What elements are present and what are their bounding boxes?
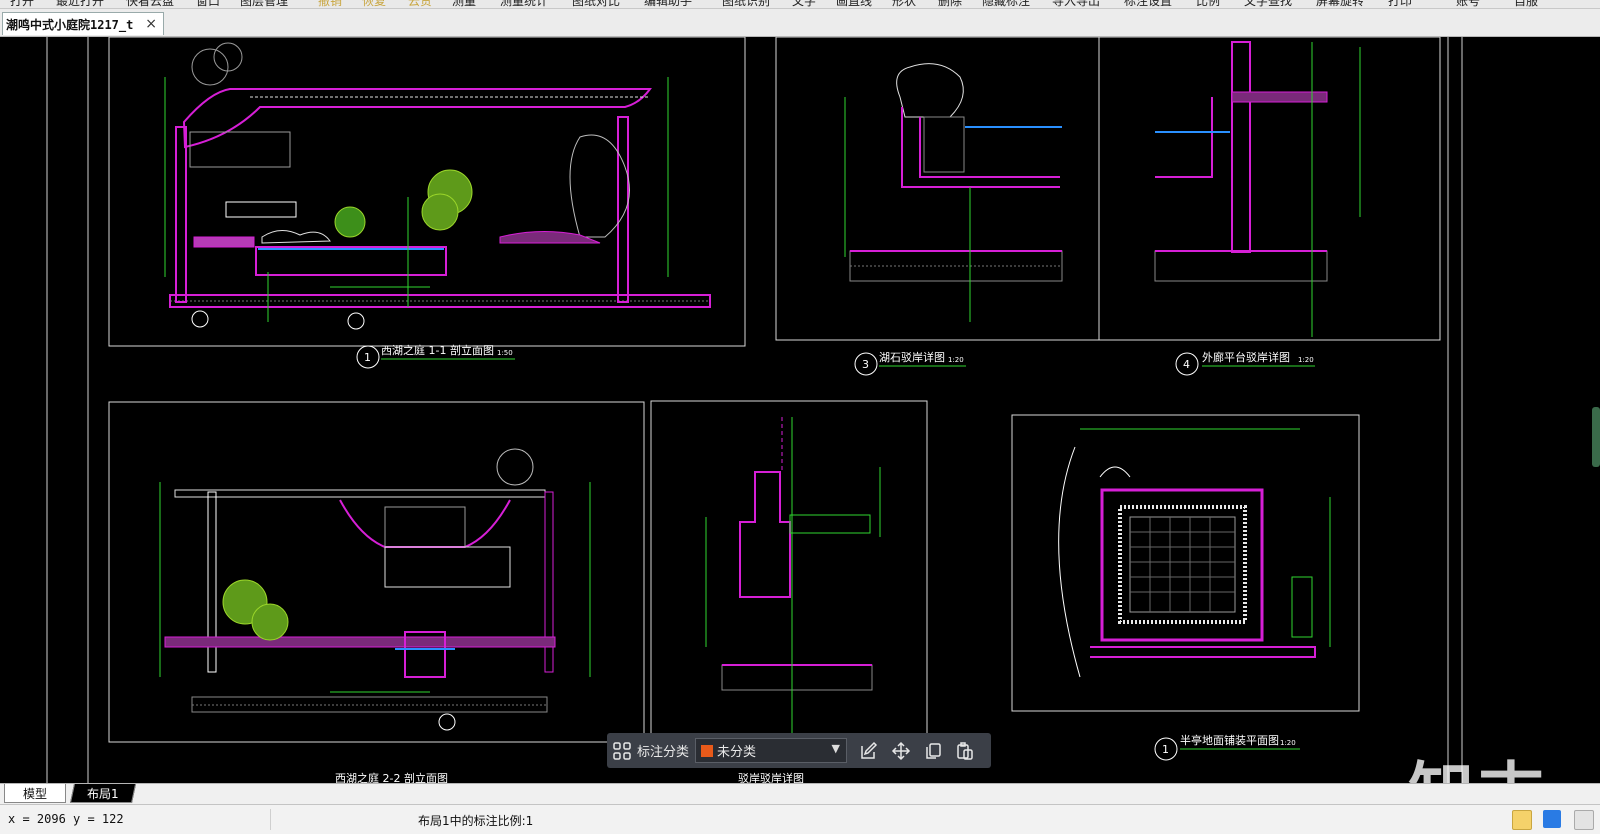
layers-icon[interactable] (1574, 810, 1594, 830)
detail-4-scale: 1:20 (1298, 356, 1314, 364)
menu-cloud-loan[interactable]: 云贷 (408, 0, 432, 8)
plan-1-scale: 1:20 (1280, 739, 1296, 747)
detail-3-scale: 1:20 (948, 356, 964, 364)
annotation-category-label: 标注分类 (637, 745, 690, 760)
menu-open[interactable]: 打开 (10, 0, 34, 8)
detail-4-title: 外廊平台驳岸详图 (1202, 350, 1290, 364)
detail-5-drawing (650, 400, 928, 738)
menu-measure-stats[interactable]: 测量统计 (500, 0, 548, 8)
section-2-2-drawing (108, 401, 645, 743)
detail-3-title: 湖石驳岸详图 (879, 350, 945, 364)
plan-1-number: 1 (1162, 743, 1169, 756)
drawing-canvas[interactable]: 1 西湖之庭 1-1 剖立面图 1:50 3 湖石驳岸详图 1:20 4 外廊平… (0, 37, 1600, 783)
copy-icon[interactable] (917, 733, 949, 768)
document-tab[interactable]: 潮鸣中式小庭院1217_t × (2, 12, 164, 35)
cad-drawing: 1 西湖之庭 1-1 剖立面图 1:50 3 湖石驳岸详图 1:20 4 外廊平… (46, 37, 1600, 783)
detail-4-number: 4 (1183, 358, 1190, 371)
tab-layout1[interactable]: 布局1 (69, 784, 137, 803)
edit-icon[interactable] (853, 733, 885, 768)
detail-5-title: 驳岸驳岸详图 (738, 771, 804, 783)
section-2-title: 西湖之庭 2-2 剖立面图 (335, 771, 448, 783)
menu-find-text[interactable]: 文字查找 (1244, 0, 1292, 8)
grid-icon[interactable] (607, 733, 637, 768)
menu-compare[interactable]: 图纸对比 (572, 0, 620, 8)
tab-model[interactable]: 模型 (4, 784, 66, 803)
chevron-down-icon: ▼ (831, 742, 841, 755)
menu-scale[interactable]: 比例 (1196, 0, 1220, 8)
annotation-scale-status: 布局1中的标注比例:1 (418, 814, 534, 828)
menu-recognize[interactable]: 图纸识别 (722, 0, 770, 8)
side-scroll-handle[interactable] (1592, 407, 1600, 467)
menu-undo[interactable]: 撤销 (318, 0, 342, 8)
menu-redo[interactable]: 恢复 (362, 0, 386, 8)
section-1-number: 1 (364, 351, 371, 364)
menu-text[interactable]: 文字 (792, 0, 816, 8)
status-bar: x = 2096 y = 122 布局1中的标注比例:1 (0, 804, 1600, 834)
section-1-title: 西湖之庭 1-1 剖立面图 (381, 343, 494, 357)
menu-delete[interactable]: 删除 (938, 0, 962, 8)
menu-layers[interactable]: 图层管理 (240, 0, 288, 8)
plan-1-title: 半亭地面铺装平面图 (1180, 733, 1279, 747)
menu-shape[interactable]: 形状 (892, 0, 916, 8)
brand-watermark: 知末 (1408, 740, 1548, 783)
document-tab-title: 潮鸣中式小庭院1217_t (6, 17, 134, 32)
layout-tab-bar: 模型 布局1 (0, 783, 1600, 804)
menu-self-service[interactable]: 自服 (1514, 0, 1538, 8)
menu-measure[interactable]: 测量 (452, 0, 476, 8)
menu-toolbar: 打开 最近打开 快看云盘 窗口 图层管理 撤销 恢复 云贷 测量 测量统计 图纸… (0, 0, 1600, 9)
detail-3-number: 3 (862, 358, 869, 371)
annotation-toolbar: 标注分类 未分类 ▼ (607, 733, 991, 768)
menu-window[interactable]: 窗口 (196, 0, 220, 8)
menu-print[interactable]: 打印 (1388, 0, 1412, 8)
menu-cloud[interactable]: 快看云盘 (126, 0, 174, 8)
category-color-swatch (701, 744, 714, 757)
menu-account[interactable]: 账号 (1456, 0, 1480, 8)
menu-import-export[interactable]: 导入导出 (1052, 0, 1100, 8)
tab-layout1-label: 布局1 (87, 786, 119, 801)
pdf-convert-icon[interactable] (1543, 810, 1561, 828)
note-icon[interactable] (1512, 810, 1532, 830)
menu-rotate[interactable]: 屏幕旋转 (1316, 0, 1364, 8)
category-select-value: 未分类 (717, 745, 757, 760)
cursor-coordinates: x = 2096 y = 122 (8, 812, 124, 826)
menu-recent[interactable]: 最近打开 (56, 0, 104, 8)
document-tab-bar: 潮鸣中式小庭院1217_t × (0, 9, 1600, 37)
plan-1-drawing: 1 半亭地面铺装平面图 1:20 (1011, 414, 1360, 761)
menu-edit-helper[interactable]: 编辑助手 (644, 0, 692, 8)
detail-3-drawing: 3 湖石驳岸详图 1:20 (775, 37, 1100, 376)
move-icon[interactable] (885, 733, 917, 768)
menu-hide-dims[interactable]: 隐藏标注 (982, 0, 1030, 8)
section-1-1-drawing: 1 西湖之庭 1-1 剖立面图 1:50 (108, 37, 746, 369)
status-divider (270, 809, 271, 830)
menu-dim-settings[interactable]: 标注设置 (1124, 0, 1172, 8)
paste-icon[interactable] (949, 733, 981, 768)
detail-4-drawing: 4 外廊平台驳岸详图 1:20 (1098, 37, 1441, 376)
category-select[interactable]: 未分类 ▼ (695, 738, 848, 763)
close-icon[interactable]: × (145, 16, 157, 32)
menu-line[interactable]: 画直线 (836, 0, 872, 8)
tab-model-label: 模型 (22, 786, 47, 801)
section-1-scale: 1:50 (497, 349, 513, 357)
